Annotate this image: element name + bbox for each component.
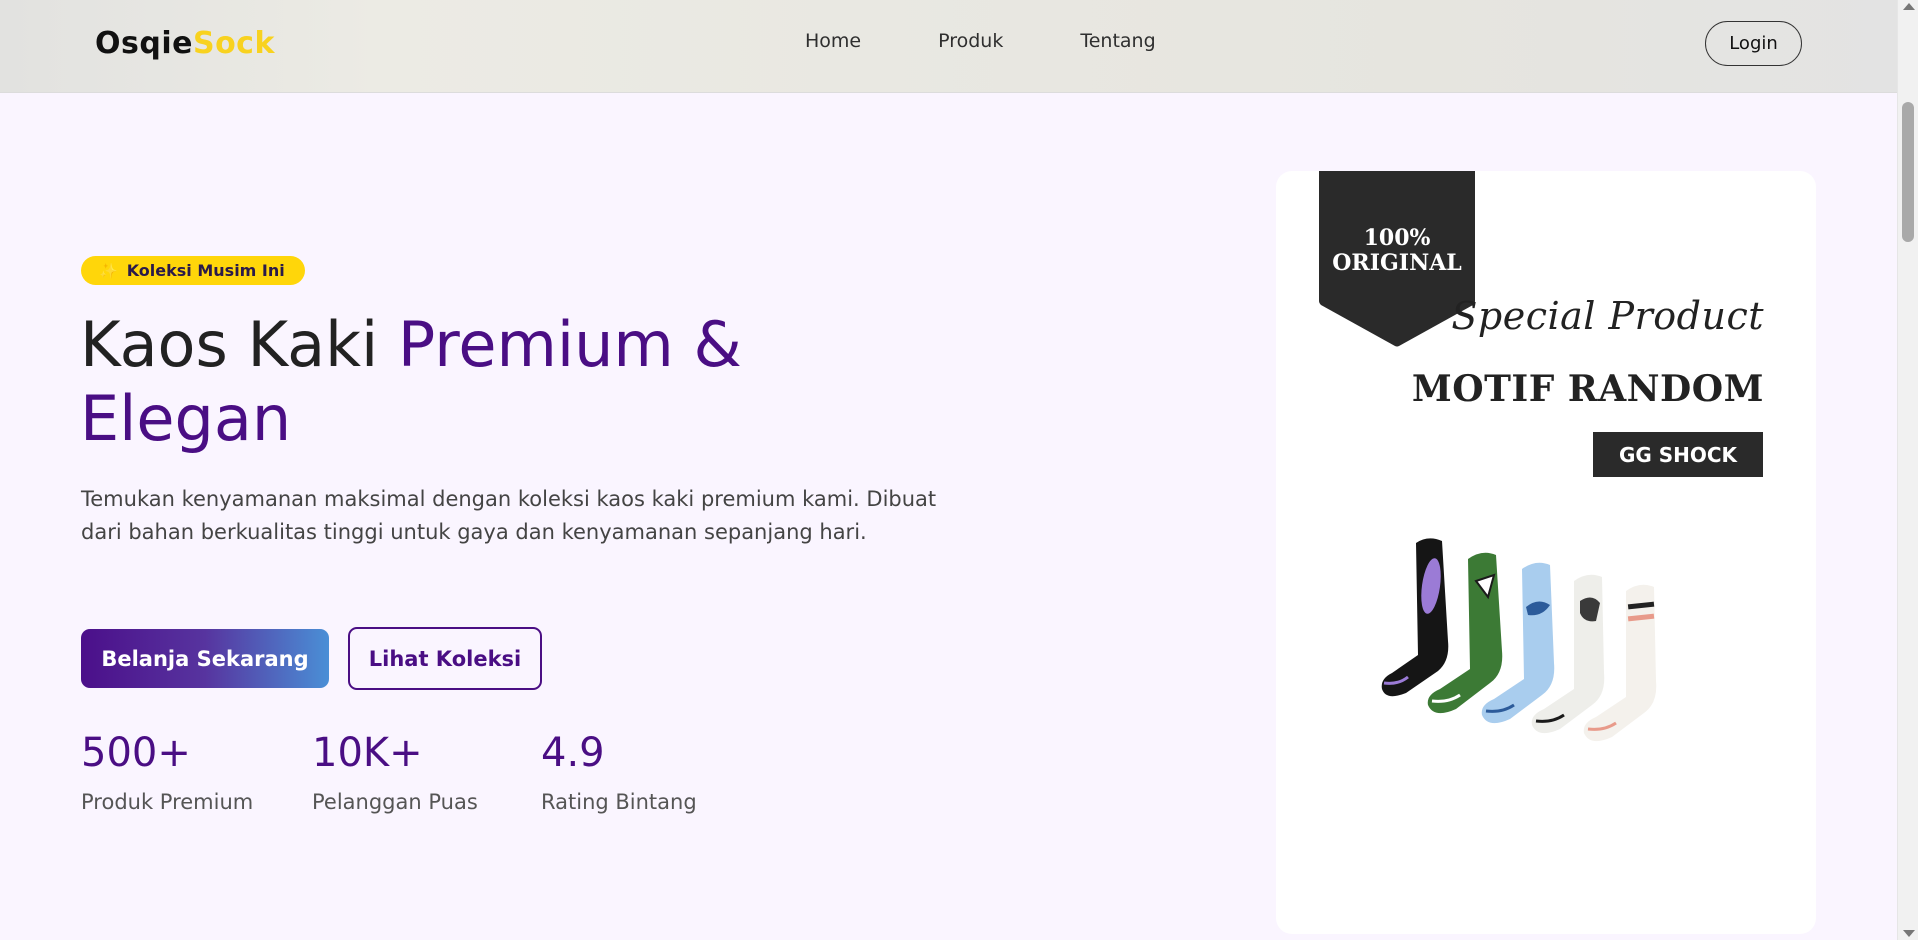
product-showcase-card[interactable]: 100% ORIGINAL Special Product MOTIF RAND… [1276,171,1816,934]
stat-rating: 4.9 Rating Bintang [541,728,697,814]
motif-heading: MOTIF RANDOM [1411,368,1764,410]
nav-produk[interactable]: Produk [938,30,1003,52]
ribbon-text: 100% ORIGINAL [1319,226,1475,276]
scroll-up-arrow-icon[interactable] [1903,3,1915,10]
ribbon-line-1: 100% [1363,225,1431,251]
brand-name-part2: Sock [192,26,275,61]
stat-customers: 10K+ Pelanggan Puas [312,728,478,814]
stat-value: 10K+ [312,730,423,776]
nav-tentang[interactable]: Tentang [1080,30,1155,52]
site-header: OsqieSock Home Produk Tentang Login [0,0,1897,93]
sparkles-icon: ✨ [99,261,118,280]
login-button[interactable]: Login [1705,21,1802,66]
stat-value: 500+ [81,730,191,776]
brand-logo[interactable]: OsqieSock [95,26,275,61]
socks-product-image [1381,538,1657,742]
stat-label: Produk Premium [81,790,254,814]
stat-label: Pelanggan Puas [312,790,478,814]
hero-title-plain: Kaos Kaki [80,308,398,381]
special-product-heading: Special Product [1451,294,1764,338]
stat-label: Rating Bintang [541,790,697,814]
brand-name-part1: Osqie [95,26,193,61]
stat-value: 4.9 [541,730,605,776]
season-badge: ✨ Koleksi Musim Ini [81,256,305,285]
scroll-down-arrow-icon[interactable] [1903,930,1915,937]
shop-now-button[interactable]: Belanja Sekarang [81,629,329,688]
main-nav: Home Produk Tentang [805,30,1233,52]
hero-title: Kaos Kaki Premium & Elegan [80,308,840,456]
black-sock-icon [1381,538,1449,697]
scroll-thumb[interactable] [1902,102,1914,242]
hero-description: Temukan kenyamanan maksimal dengan kolek… [81,487,937,544]
page-scrollbar[interactable] [1897,0,1918,940]
view-collection-button[interactable]: Lihat Koleksi [348,627,542,690]
brand-tag: GG SHOCK [1593,432,1763,477]
stat-products: 500+ Produk Premium [81,728,253,814]
ribbon-line-2: ORIGINAL [1332,250,1462,276]
nav-home[interactable]: Home [805,30,861,52]
season-badge-label: Koleksi Musim Ini [126,261,285,280]
